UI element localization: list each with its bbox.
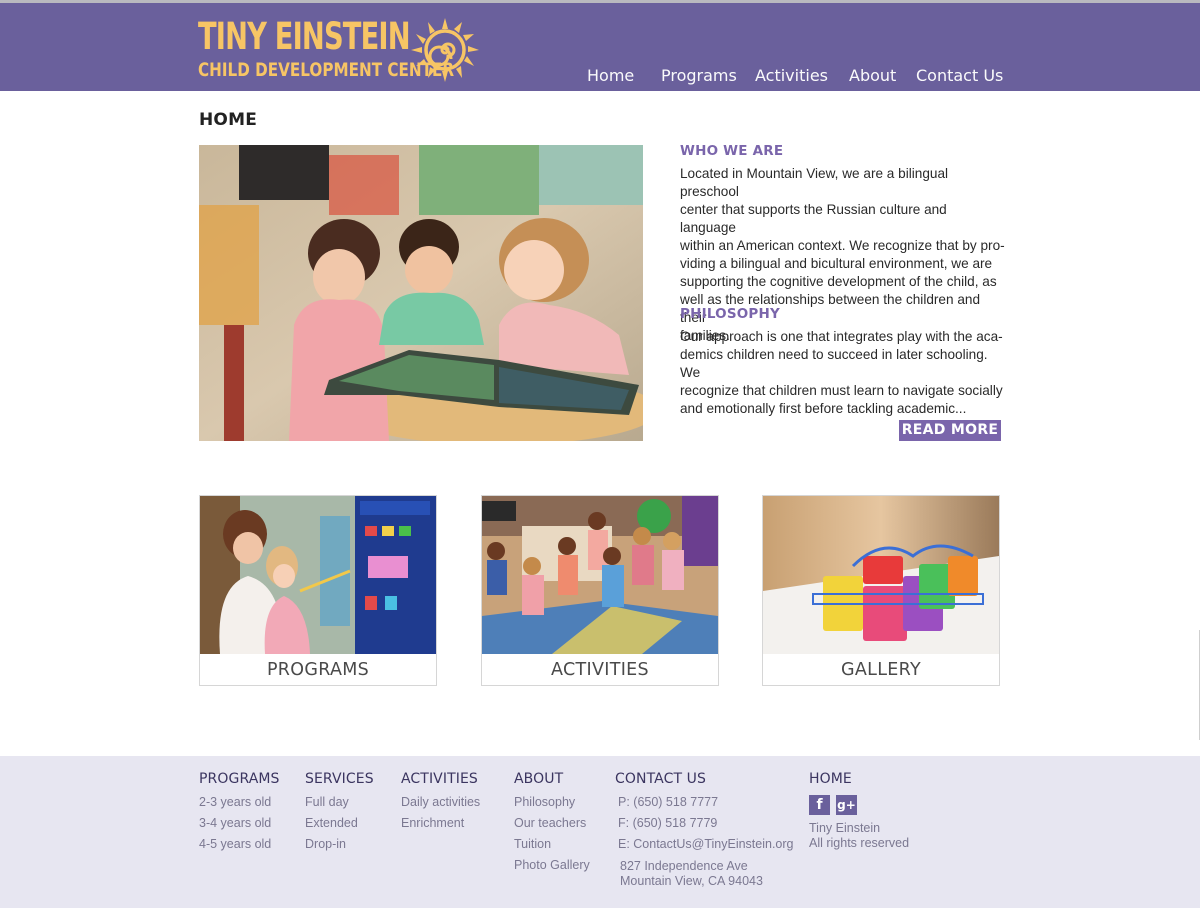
footer-contact: CONTACT US P: (650) 518 7777 F: (650) 51… [615,770,794,889]
footer-about-heading[interactable]: ABOUT [514,770,590,792]
who-line: within an American context. We recognize… [680,238,1005,253]
footer-link[interactable]: Full day [305,792,374,813]
programs-photo [200,496,436,654]
footer-link[interactable]: 3-4 years old [199,813,280,834]
footer-link[interactable]: Enrichment [401,813,480,834]
gallery-card[interactable]: GALLERY [762,495,1000,686]
footer-link[interactable]: Drop-in [305,834,374,855]
contact-phone: P: (650) 518 7777 [618,795,719,809]
footer-programs: PROGRAMS 2-3 years old 3-4 years old 4-5… [199,770,280,855]
nav-contact-us[interactable]: Contact Us [916,65,1003,87]
gallery-photo [763,496,999,654]
activities-card[interactable]: ACTIVITIES [481,495,719,686]
nav-activities[interactable]: Activities [755,65,828,87]
philosophy-text: Our approach is one that integrates play… [680,328,1005,418]
facebook-icon[interactable]: f [809,795,830,815]
social-links: f g+ [809,795,909,815]
who-line: Located in Mountain View, we are a bilin… [680,166,949,199]
who-we-are-heading: WHO WE ARE [680,143,784,159]
footer-activities-heading[interactable]: ACTIVITIES [401,770,480,792]
hero-photo [199,145,643,441]
footer-link[interactable]: Tuition [514,834,590,855]
footer-link[interactable]: 4-5 years old [199,834,280,855]
footer-services: SERVICES Full day Extended Drop-in [305,770,374,855]
contact-address-line2: Mountain View, CA 94043 [620,874,763,888]
footer-home-heading[interactable]: HOME [809,770,909,792]
sun-icon [411,18,479,82]
nav-programs[interactable]: Programs [661,65,737,87]
philosophy-line: recognize that children must learn to na… [680,383,1003,398]
copyright-name: Tiny Einstein [809,821,881,835]
contact-address-line1: 827 Independence Ave [620,859,748,873]
footer-about: ABOUT Philosophy Our teachers Tuition Ph… [514,770,590,876]
footer-link[interactable]: Extended [305,813,374,834]
hero-image [199,145,643,441]
footer-link[interactable]: Our teachers [514,813,590,834]
activities-label: ACTIVITIES [551,660,649,680]
who-line: supporting the cognitive development of … [680,274,997,289]
philosophy-line: Our approach is one that integrates play… [680,329,1003,344]
page-title: HOME [199,110,258,130]
footer-activities: ACTIVITIES Daily activities Enrichment [401,770,480,834]
copyright-rights: All rights reserved [809,836,910,850]
read-more-button[interactable]: READ MORE [899,420,1001,441]
philosophy-line: and emotionally first before tackling ac… [680,401,967,416]
footer-link[interactable]: 2-3 years old [199,792,280,813]
nav-home[interactable]: Home [587,65,634,87]
site-footer: PROGRAMS 2-3 years old 3-4 years old 4-5… [0,756,1200,908]
nav-about[interactable]: About [849,65,896,87]
programs-card[interactable]: PROGRAMS [199,495,437,686]
footer-services-heading[interactable]: SERVICES [305,770,374,792]
footer-contact-heading[interactable]: CONTACT US [615,770,794,792]
logo-name: TINY EINSTEIN [198,15,411,58]
site-logo[interactable]: TINY EINSTEIN CHILD DEVELOPMENT CENTER [198,17,488,85]
footer-link[interactable]: Daily activities [401,792,480,813]
footer-programs-heading[interactable]: PROGRAMS [199,770,280,792]
philosophy-heading: PHILOSOPHY [680,306,780,322]
who-line: viding a bilingual and bicultural enviro… [680,256,993,271]
programs-label: PROGRAMS [266,660,370,680]
footer-home: HOME f g+ Tiny Einstein All rights reser… [809,770,909,851]
footer-link[interactable]: Photo Gallery [514,855,590,876]
footer-link[interactable]: Philosophy [514,792,590,813]
gallery-label: GALLERY [841,660,921,680]
google-plus-icon[interactable]: g+ [836,795,857,815]
who-line: center that supports the Russian culture… [680,202,947,235]
activities-photo [482,496,718,654]
philosophy-line: demics children need to succeed in later… [680,347,988,380]
contact-fax: F: (650) 518 7779 [618,816,718,830]
contact-email[interactable]: E: ContactUs@TinyEinstein.org [615,834,794,855]
site-header: TINY EINSTEIN CHILD DEVELOPMENT CENTER H [0,3,1200,91]
